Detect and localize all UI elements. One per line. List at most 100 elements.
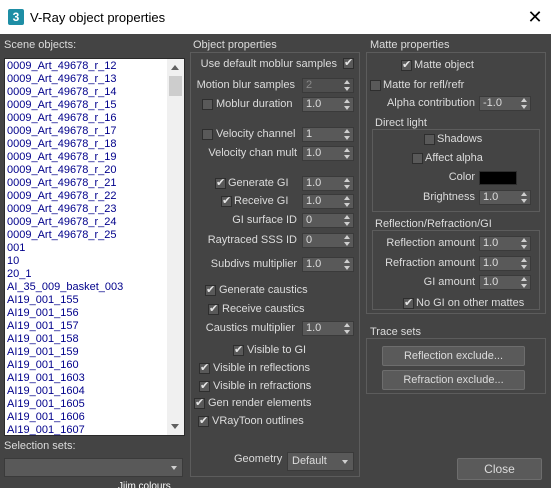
list-item[interactable]: 10 (7, 255, 167, 268)
reflection-exclude-button[interactable]: Reflection exclude... (382, 346, 525, 366)
visible-to-gi-label: Visible to GI (247, 344, 307, 356)
vraytoon-outlines-label: VRayToon outlines (212, 415, 304, 427)
list-item[interactable]: AI19_001_1605 (7, 398, 167, 411)
list-item[interactable]: 0009_Art_49678_r_23 (7, 203, 167, 216)
close-button[interactable]: Close (457, 458, 542, 480)
matte-refl-refr-checkbox[interactable] (370, 80, 381, 91)
velocity-chan-mult-label: Velocity chan mult (208, 147, 297, 159)
scroll-up-arrow-icon[interactable] (167, 59, 184, 76)
list-item[interactable]: 0009_Art_49678_r_12 (7, 60, 167, 73)
receive-caustics-checkbox[interactable] (208, 302, 219, 315)
direct-light-title: Direct light (375, 117, 427, 129)
list-item[interactable]: AI19_001_159 (7, 346, 167, 359)
brightness-spinner[interactable]: 1.0 (479, 190, 531, 205)
refraction-exclude-button[interactable]: Refraction exclude... (382, 370, 525, 390)
raytraced-sss-id-label: Raytraced SSS ID (207, 234, 297, 246)
gi-surface-id-spinner[interactable]: 0 (302, 213, 354, 228)
spinner-arrows-icon (344, 99, 351, 111)
spinner-arrows-icon (344, 196, 351, 208)
motion-blur-samples-spinner[interactable]: 2 (302, 78, 354, 93)
list-item[interactable]: AI19_001_1604 (7, 385, 167, 398)
list-item[interactable]: 0009_Art_49678_r_20 (7, 164, 167, 177)
generate-gi-spinner[interactable]: 1.0 (302, 176, 354, 191)
visible-in-reflections-checkbox[interactable] (199, 361, 210, 374)
matte-properties-title: Matte properties (370, 39, 450, 51)
list-item[interactable]: AI19_001_1607 (7, 424, 167, 437)
generate-caustics-checkbox[interactable] (205, 283, 216, 296)
list-item[interactable]: 0009_Art_49678_r_22 (7, 190, 167, 203)
alpha-contribution-spinner[interactable]: -1.0 (479, 96, 531, 111)
caustics-multiplier-spinner[interactable]: 1.0 (302, 321, 354, 336)
brightness-label: Brightness (423, 191, 475, 203)
spinner-arrows-icon (521, 238, 528, 250)
velocity-channel-spinner[interactable]: 1 (302, 127, 354, 142)
visible-to-gi-checkbox[interactable] (233, 343, 244, 356)
list-item[interactable]: 0009_Art_49678_r_25 (7, 229, 167, 242)
shadows-checkbox[interactable] (424, 134, 435, 145)
list-item[interactable]: 0009_Art_49678_r_16 (7, 112, 167, 125)
list-item[interactable]: 0009_Art_49678_r_21 (7, 177, 167, 190)
chevron-down-icon (342, 460, 348, 464)
list-item[interactable]: 0009_Art_49678_r_24 (7, 216, 167, 229)
gi-amount-spinner[interactable]: 1.0 (479, 275, 531, 290)
generate-gi-checkbox[interactable] (215, 176, 226, 189)
list-item[interactable]: 20_1 (7, 268, 167, 281)
geometry-dropdown[interactable]: Default (287, 452, 354, 471)
spinner-arrows-icon (344, 148, 351, 160)
list-item[interactable]: 0009_Art_49678_r_17 (7, 125, 167, 138)
spinner-arrows-icon (344, 215, 351, 227)
scroll-down-arrow-icon[interactable] (167, 418, 184, 435)
affect-alpha-checkbox[interactable] (412, 153, 423, 164)
scroll-thumb[interactable] (169, 76, 182, 96)
list-item[interactable]: AI19_001_155 (7, 294, 167, 307)
list-item[interactable]: 0009_Art_49678_r_14 (7, 86, 167, 99)
affect-alpha-label: Affect alpha (425, 152, 483, 164)
visible-in-refractions-checkbox[interactable] (199, 379, 210, 392)
raytraced-sss-id-spinner[interactable]: 0 (302, 233, 354, 248)
refraction-amount-spinner[interactable]: 1.0 (479, 256, 531, 271)
gen-render-elements-checkbox[interactable] (194, 396, 205, 409)
receive-gi-spinner[interactable]: 1.0 (302, 194, 354, 209)
spinner-arrows-icon (521, 192, 528, 204)
subdivs-multiplier-spinner[interactable]: 1.0 (302, 257, 354, 272)
list-item[interactable]: AI19_001_160 (7, 359, 167, 372)
no-gi-other-mattes-label: No GI on other mattes (416, 297, 525, 309)
selection-sets-dropdown[interactable] (4, 458, 183, 477)
list-item[interactable]: 0009_Art_49678_r_13 (7, 73, 167, 86)
matte-object-label: Matte object (414, 59, 474, 71)
list-item[interactable]: AI19_001_158 (7, 333, 167, 346)
spinner-arrows-icon (344, 80, 351, 92)
dialog-body: Scene objects: 0009_Art_49678_r_12 0009_A… (0, 34, 551, 492)
scene-list-scrollbar[interactable] (167, 59, 184, 435)
receive-gi-checkbox[interactable] (221, 194, 232, 207)
light-color-swatch[interactable] (479, 171, 517, 185)
list-item[interactable]: AI19_001_1603 (7, 372, 167, 385)
3dsmax-app-icon: 3 (8, 9, 24, 25)
object-properties-title: Object properties (193, 39, 277, 51)
list-item[interactable]: AI19_001_157 (7, 320, 167, 333)
velocity-chan-mult-spinner[interactable]: 1.0 (302, 146, 354, 161)
list-item[interactable]: 0009_Art_49678_r_18 (7, 138, 167, 151)
matte-refl-refr-label: Matte for refl/refr (383, 79, 465, 91)
list-item[interactable]: 0009_Art_49678_r_15 (7, 99, 167, 112)
list-item[interactable]: AI19_001_156 (7, 307, 167, 320)
moblur-duration-checkbox[interactable] (202, 99, 213, 110)
list-item[interactable]: AI19_001_1606 (7, 411, 167, 424)
moblur-duration-label: Moblur duration (216, 98, 293, 110)
scene-objects-items: 0009_Art_49678_r_12 0009_Art_49678_r_13 00… (7, 60, 167, 437)
reflection-amount-spinner[interactable]: 1.0 (479, 236, 531, 251)
moblur-duration-spinner[interactable]: 1.0 (302, 97, 354, 112)
use-default-moblur-checkbox[interactable] (343, 56, 354, 69)
matte-object-checkbox[interactable] (401, 58, 412, 71)
vraytoon-outlines-checkbox[interactable] (198, 414, 209, 427)
generate-gi-label: Generate GI (228, 177, 289, 189)
generate-caustics-label: Generate caustics (219, 284, 308, 296)
no-gi-other-mattes-checkbox[interactable] (403, 296, 414, 309)
visible-in-refractions-label: Visible in refractions (213, 380, 312, 392)
scene-objects-list[interactable]: 0009_Art_49678_r_12 0009_Art_49678_r_13 00… (4, 58, 185, 436)
list-item[interactable]: AI_35_009_basket_003 (7, 281, 167, 294)
list-item[interactable]: 0009_Art_49678_r_19 (7, 151, 167, 164)
velocity-channel-checkbox[interactable] (202, 129, 213, 140)
close-icon[interactable]: ✕ (523, 5, 547, 29)
list-item[interactable]: 001 (7, 242, 167, 255)
